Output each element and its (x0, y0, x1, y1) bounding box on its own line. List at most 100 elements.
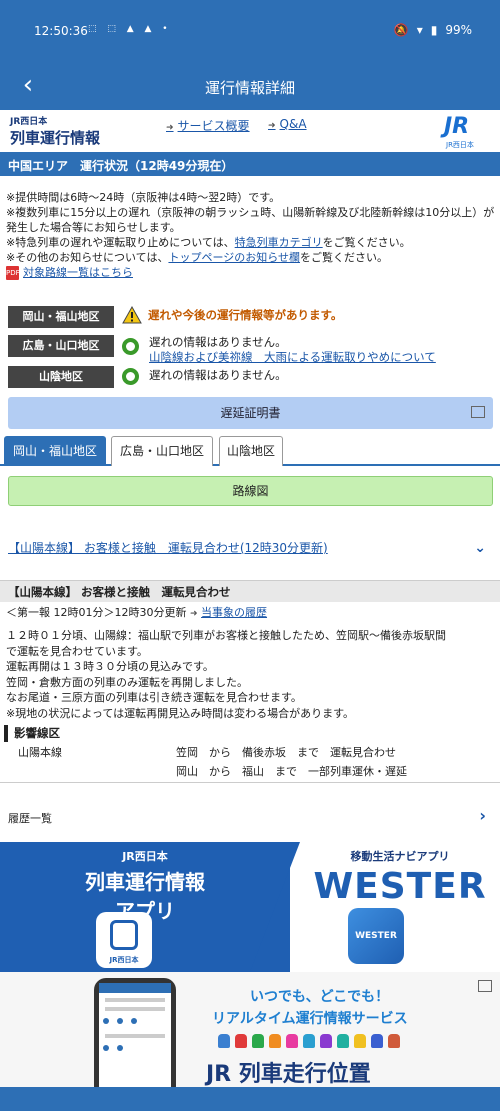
ok-circle-icon (122, 368, 139, 385)
region-status: 遅れの情報はありません。 山陰線および美祢線 大雨による運転取りやめについて (122, 335, 436, 365)
tab-hiroshima[interactable]: 広島・山口地区 (111, 436, 213, 466)
notice-line-3-post: をご覧ください。 (322, 236, 411, 249)
region-label: 山陰地区 (8, 366, 114, 388)
notice-line-2: ※複数列車に15分以上の遅れ（京阪神の朝ラッシュ時、山陽新幹線及び北陸新幹線は1… (6, 206, 495, 234)
pdf-icon: PDF (6, 266, 20, 280)
arrow-right-icon: ➜ (189, 609, 198, 619)
open-window-icon (471, 406, 485, 418)
incident-line: １２時０１分頃、山陽線：福山駅で列車がお客様と接触したため、笠岡駅〜備後赤坂駅間 (6, 629, 446, 642)
jr-logo-sub: JR西日本 (446, 141, 474, 149)
app-bar: ‹ 運行情報詳細 (0, 62, 500, 110)
notice-line-4: ※その他のお知らせについては、トップページのお知らせ欄をご覧ください。 (6, 250, 496, 265)
status-time: 12:50:36 (34, 24, 88, 38)
notice-line-3: ※特急列車の遅れや運転取り止めについては、特急列車カテゴリをご覧ください。 (6, 235, 496, 250)
colorful-train-icons (218, 1034, 400, 1048)
page-title: 運行情報詳細 (204, 79, 295, 97)
top-page-news-link[interactable]: トップページのお知らせ欄 (168, 251, 300, 264)
route-map-button[interactable]: 路線図 (8, 476, 493, 506)
incident-line: 笠岡・倉敷方面の列車のみ運転を再開しました。 (6, 675, 248, 689)
incident-accordion-link[interactable]: 【山陽本線】 お客様と接触 運転見合わせ(12時30分更新) (8, 539, 328, 556)
warning-icon (122, 306, 142, 324)
brand-small: JR西日本 (10, 117, 48, 127)
affected-row: 笠岡 から 備後赤坂 まで 運転見合わせ (176, 746, 396, 759)
train-app-icon-sub: JR西日本 (109, 956, 139, 964)
wifi-icon: ▾ (416, 23, 423, 37)
notice-line-4-post: をご覧ください。 (300, 251, 389, 264)
region-status: 遅れや今後の運行情報等があります。 (122, 306, 342, 324)
region-status-text: 遅れの情報はありません。 (149, 335, 287, 349)
wester-tagline: 移動生活ナビアプリ (350, 850, 450, 863)
region-label: 広島・山口地区 (8, 335, 114, 357)
incident-line: ※現地の状況によっては運転再開見込み時間は変わる場合があります。 (6, 706, 355, 720)
arrow-right-icon: ➜ (166, 123, 174, 133)
status-right: 🔕 ▾ ▮ 99% (394, 23, 472, 37)
notice-line-3-pre: ※特急列車の遅れや運転取り止めについては、 (6, 236, 235, 249)
incident-history-link[interactable]: 当事象の履歴 (201, 606, 267, 619)
affected-row: 岡山 から 福山 まで 一部列車運休・遅延 (176, 765, 407, 778)
phone-illustration (94, 978, 176, 1087)
notice-line-1: ※提供時間は6時〜24時（京阪神は4時〜翌2時）です。 (6, 191, 281, 204)
arrow-right-icon: ➜ (268, 121, 276, 131)
status-bar: 12:50:36 ⬚ ⬚ ▲ ▲ • 🔕 ▾ ▮ 99% (0, 0, 500, 62)
service-overview-link[interactable]: ➜ サービス概要 (166, 117, 250, 134)
incident-report-time: ＜第一報 12時01分＞12時30分更新 (6, 606, 187, 619)
delay-certificate-button[interactable]: 遅延証明書 (8, 397, 493, 429)
promo-headline-2: リアルタイム運行情報サービス (212, 1011, 408, 1027)
region-status-text: 遅れや今後の運行情報等があります。 (148, 308, 343, 322)
banner-right: 移動生活ナビアプリ WESTER WESTER (300, 842, 500, 972)
notice-line-4-pre: ※その他のお知らせについては、 (6, 251, 169, 264)
banner-divider-shape (250, 842, 300, 972)
wester-app-icon: WESTER (348, 908, 404, 964)
delay-certificate-label: 遅延証明書 (220, 406, 281, 420)
banner-title-1: 列車運行情報 (85, 870, 205, 894)
affected-lines-heading: 影響線区 (4, 725, 60, 742)
battery-percent: 99% (445, 23, 472, 37)
region-row-hiroshima: 広島・山口地区 遅れの情報はありません。 山陰線および美祢線 大雨による運転取り… (8, 335, 494, 365)
promo-headline-1: いつでも、どこでも！ (250, 989, 390, 1005)
incident-title: 【山陽本線】 お客様と接触 運転見合わせ (0, 580, 500, 602)
region-row-okayama: 岡山・福山地区 遅れや今後の運行情報等があります。 (8, 306, 494, 328)
history-list-label: 履歴一覧 (8, 812, 52, 825)
incident-line: なお尾道・三原方面の列車は引き続き運転を見合わせます。 (6, 691, 302, 704)
express-category-link[interactable]: 特急列車カテゴリ (235, 236, 323, 249)
brand-title: 列車運行情報 (10, 129, 101, 147)
region-status-block: 遅れの情報はありません。 山陰線および美祢線 大雨による運転取りやめについて (149, 335, 436, 365)
battery-icon: ▮ (430, 23, 438, 37)
target-routes-pdf-link[interactable]: 対象路線一覧はこちら (23, 266, 133, 279)
chevron-down-icon[interactable]: ⌄ (474, 540, 486, 556)
region-row-sanin: 山陰地区 遅れの情報はありません。 (8, 366, 494, 388)
incident-subheader: ＜第一報 12時01分＞12時30分更新 ➜ 当事象の履歴 (6, 604, 267, 620)
region-label: 岡山・福山地区 (8, 306, 114, 328)
banner-brand: JR西日本 (122, 850, 168, 863)
incident-body: １２時０１分頃、山陽線：福山駅で列車がお客様と接触したため、笠岡駅〜備後赤坂駅間… (6, 628, 496, 721)
realtime-promo-banner[interactable]: いつでも、どこでも！ リアルタイム運行情報サービス JR 列車走行位置 (0, 972, 500, 1087)
region-tabs: 岡山・福山地区 広島・山口地区 山陰地区 (0, 436, 500, 466)
jr-logo[interactable]: JR JR西日本 (440, 114, 486, 150)
incident-line: で運転を見合わせています。 (6, 644, 148, 658)
chevron-right-icon[interactable]: › (479, 806, 486, 825)
notice-text: ※提供時間は6時〜24時（京阪神は4時〜翌2時）です。 ※複数列車に15分以上の… (6, 190, 496, 280)
open-window-icon[interactable] (478, 980, 492, 992)
app-promo-banner[interactable]: JR西日本 列車運行情報 アプリ JR西日本 移動生活ナビアプリ WESTER … (0, 842, 500, 972)
promo-headline-3: JR 列車走行位置 (206, 1062, 371, 1087)
service-overview-label: サービス概要 (177, 119, 250, 133)
bottom-nav-bar (0, 1087, 500, 1111)
train-app-icon: JR西日本 (96, 912, 152, 968)
incident-line: 運転再開は１３時３０分頃の見込みです。 (6, 660, 214, 673)
tab-sanin[interactable]: 山陰地区 (219, 436, 283, 466)
tab-okayama[interactable]: 岡山・福山地区 (4, 436, 106, 466)
region-status: 遅れの情報はありません。 (122, 368, 287, 385)
divider (0, 782, 500, 783)
history-list-row[interactable]: 履歴一覧 › (0, 790, 500, 834)
notification-icons: ⬚ ⬚ ▲ ▲ • (88, 24, 172, 34)
pdf-row: PDF 対象路線一覧はこちら (6, 265, 496, 280)
site-header: JR西日本 列車運行情報 ➜ サービス概要 ➜ Q&A JR JR西日本 (0, 110, 500, 152)
qa-link[interactable]: ➜ Q&A (268, 117, 307, 131)
region-status-text: 遅れの情報はありません。 (149, 368, 287, 382)
heavy-rain-notice-link[interactable]: 山陰線および美祢線 大雨による運転取りやめについて (149, 350, 436, 364)
jr-logo-mark: JR (444, 114, 470, 139)
area-status-bar: 中国エリア 運行状況（12時49分現在） (0, 152, 500, 176)
incident-accordion[interactable]: 【山陽本線】 お客様と接触 運転見合わせ(12時30分更新) ⌄ (0, 528, 500, 570)
banner-left: JR西日本 列車運行情報 アプリ JR西日本 (0, 842, 290, 972)
mute-icon: 🔕 (393, 23, 409, 37)
